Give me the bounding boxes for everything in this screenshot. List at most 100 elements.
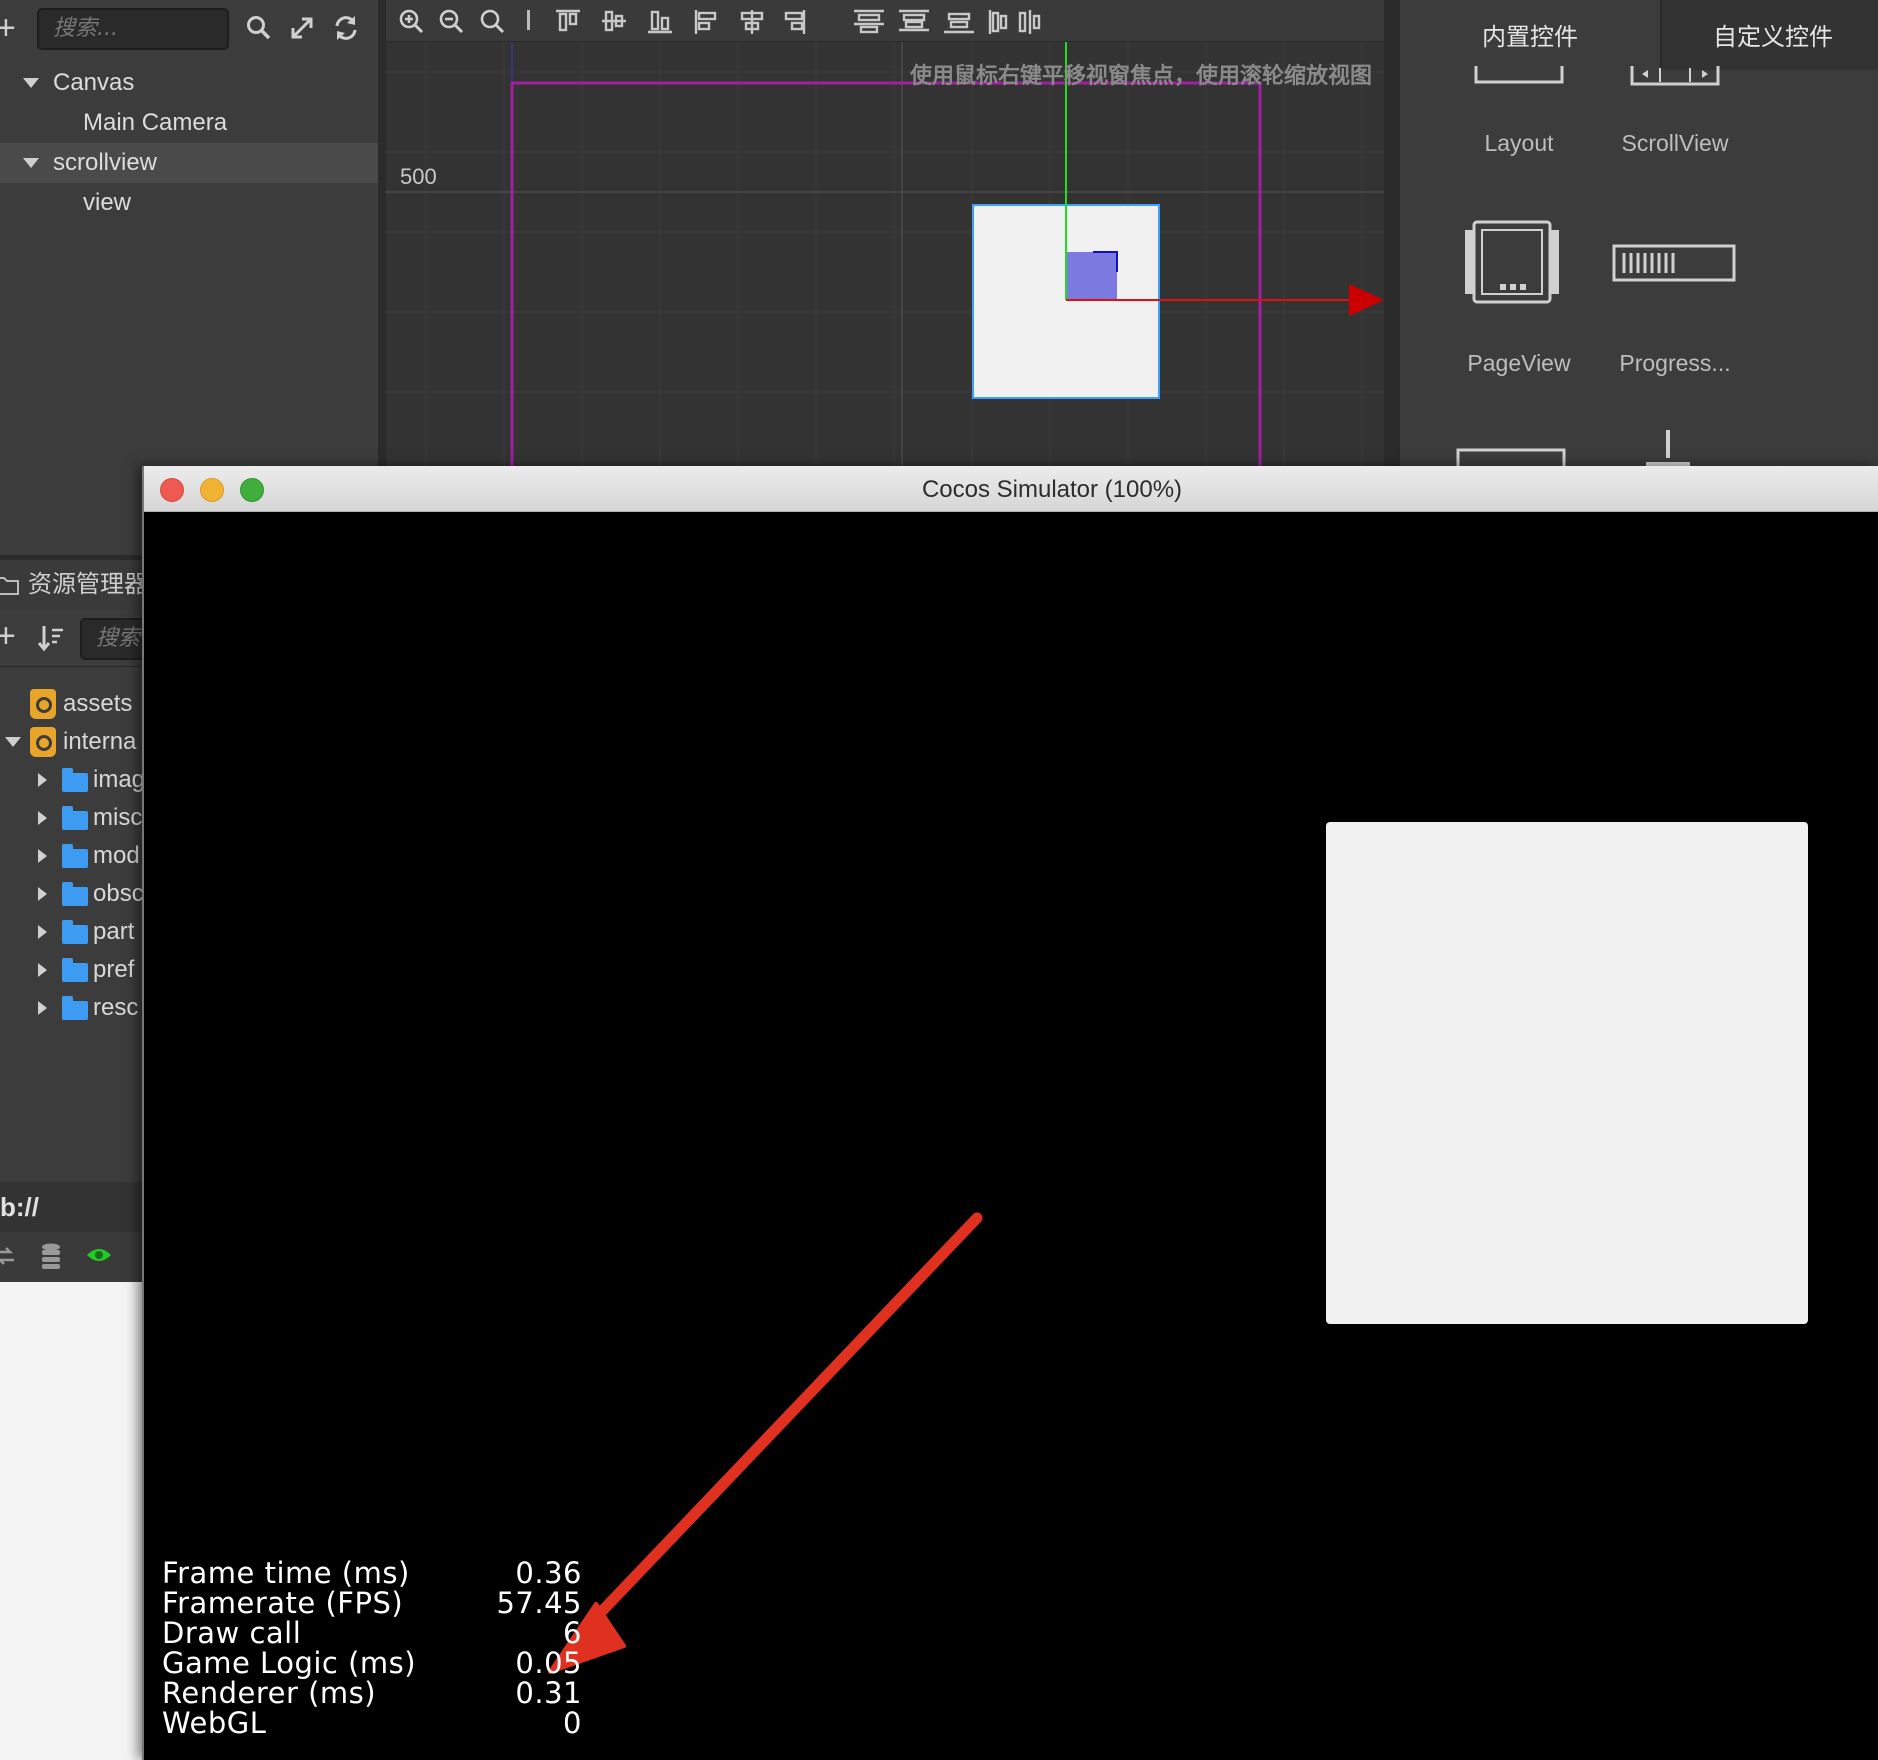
divider [0,666,150,667]
asset-item-label: part [93,918,135,945]
asset-folder-resources[interactable]: resc [0,989,150,1027]
toolbar-divider [527,10,530,30]
collapse-arrow-icon[interactable] [23,158,39,168]
ruler-label: 500 [400,164,437,189]
tree-item-label: scrollview [53,149,158,176]
refresh-icon[interactable] [332,14,360,42]
align-tools-group[interactable] [554,8,1054,34]
stat-value: 6 [563,1616,582,1650]
hierarchy-search-input[interactable]: 搜索... [37,8,229,50]
tab-custom-widgets[interactable]: 自定义控件 [1660,0,1878,70]
scene-toolbar [386,0,1384,42]
add-asset-icon[interactable]: + [0,616,16,656]
expand-all-icon[interactable] [288,14,316,42]
folder-outline-icon [0,577,19,595]
stat-label: WebGL [162,1706,267,1740]
expand-arrow-icon[interactable] [38,773,47,787]
stat-value: 0.05 [515,1646,582,1680]
asset-folder-misc[interactable]: misc [0,799,150,837]
asset-item-assets[interactable]: assets [0,685,150,723]
folder-icon [62,806,88,830]
db-path-bar: b:// [0,1182,150,1232]
widget-label-progressbar: Progress... [1619,350,1731,376]
tree-item-view[interactable]: view [0,183,378,223]
asset-folder-image[interactable]: imag [0,761,150,799]
scene-panel: 使用鼠标右键平移视窗焦点，使用滚轮缩放视图 500 [386,0,1384,470]
folder-icon [62,920,88,944]
pageview-icon[interactable] [1464,218,1560,306]
simulator-window[interactable]: Cocos Simulator (100%) Frame time (ms) 0… [142,466,1878,1760]
expand-arrow-icon[interactable] [38,811,47,825]
asset-folder-obsolete[interactable]: obsc [0,875,150,913]
db-path-text: b:// [0,1192,39,1222]
scrollview-icon[interactable] [1630,66,1720,88]
collapse-arrow-icon[interactable] [23,78,39,88]
database-stack-icon[interactable] [40,1242,62,1270]
progressbar-icon[interactable] [1612,244,1736,282]
scene-viewport[interactable] [386,42,1384,470]
stat-row-webgl: WebGL 0 [162,1708,582,1738]
stats-overlay: Frame time (ms) 0.36 Framerate (FPS) 57.… [162,1558,582,1738]
widget-label-scrollview: ScrollView [1621,130,1729,156]
asset-folder-prefab[interactable]: pref [0,951,150,989]
zoom-in-icon[interactable] [398,8,424,34]
preview-area [0,1282,150,1760]
asset-folder-particle[interactable]: part [0,913,150,951]
asset-item-label: obsc [93,880,144,907]
asset-item-label: mod [93,842,140,869]
tab-builtin-widgets[interactable]: 内置控件 [1400,0,1660,70]
slider-icon[interactable] [1640,428,1696,470]
scrollview-render[interactable] [1326,822,1808,1324]
swap-icon[interactable] [0,1244,16,1268]
assets-toolbar: + 搜索 [0,614,170,664]
expand-arrow-icon[interactable] [38,887,47,901]
widget-label-pageview: PageView [1467,350,1571,376]
stat-row-frame-time: Frame time (ms) 0.36 [162,1558,582,1588]
asset-item-label: assets [63,690,133,717]
folder-icon [62,958,88,982]
expand-arrow-icon[interactable] [38,849,47,863]
scene-hint-text: 使用鼠标右键平移视窗焦点，使用滚轮缩放视图 [909,64,1372,89]
asset-item-internal[interactable]: interna [0,723,150,761]
hierarchy-toolbar: + 搜索... [0,0,378,56]
zoom-out-icon[interactable] [438,8,464,34]
stat-row-framerate: Framerate (FPS) 57.45 [162,1588,582,1618]
expand-arrow-icon[interactable] [38,925,47,939]
simulator-title: Cocos Simulator (100%) [921,476,1183,503]
layout-icon[interactable] [1474,66,1564,88]
tree-item-canvas[interactable]: Canvas [0,63,378,103]
asset-folder-model[interactable]: mod [0,837,150,875]
stat-value: 0.36 [515,1556,582,1590]
expand-arrow-icon[interactable] [38,963,47,977]
expand-arrow-icon[interactable] [38,1001,47,1015]
zoom-reset-icon[interactable] [479,8,505,34]
stat-value: 57.45 [496,1586,582,1620]
search-icon[interactable] [245,14,273,42]
assets-search-placeholder: 搜索 [96,626,141,651]
view-node[interactable] [1066,252,1117,300]
widget-label-layout: Layout [1484,130,1554,156]
stat-value: 0.31 [515,1676,582,1710]
widgets-panel: 内置控件 自定义控件 Layout ScrollView PageView Pr… [1394,0,1878,470]
folder-icon [62,768,88,792]
tree-item-label: view [83,189,132,216]
collapse-arrow-icon[interactable] [5,737,21,747]
sort-icon[interactable] [38,624,64,652]
stat-row-game-logic: Game Logic (ms) 0.05 [162,1648,582,1678]
scene-grid [386,42,1384,470]
eye-icon[interactable] [86,1246,112,1264]
tree-item-main-camera[interactable]: Main Camera [0,103,378,143]
asset-item-label: misc [93,804,143,831]
assets-bottom-toolbar [0,1232,150,1280]
stat-label: Game Logic (ms) [162,1646,417,1680]
add-node-icon[interactable]: + [0,8,16,48]
tree-item-label: Canvas [53,69,135,96]
simulator-titlebar[interactable]: Cocos Simulator (100%) [144,466,1878,512]
tree-item-scrollview[interactable]: scrollview [0,143,378,183]
hierarchy-search-placeholder: 搜索... [53,16,118,41]
database-icon [30,727,56,757]
database-icon [30,689,56,719]
tree-item-label: Main Camera [83,109,228,136]
folder-icon [62,882,88,906]
stat-label: Renderer (ms) [162,1676,377,1710]
